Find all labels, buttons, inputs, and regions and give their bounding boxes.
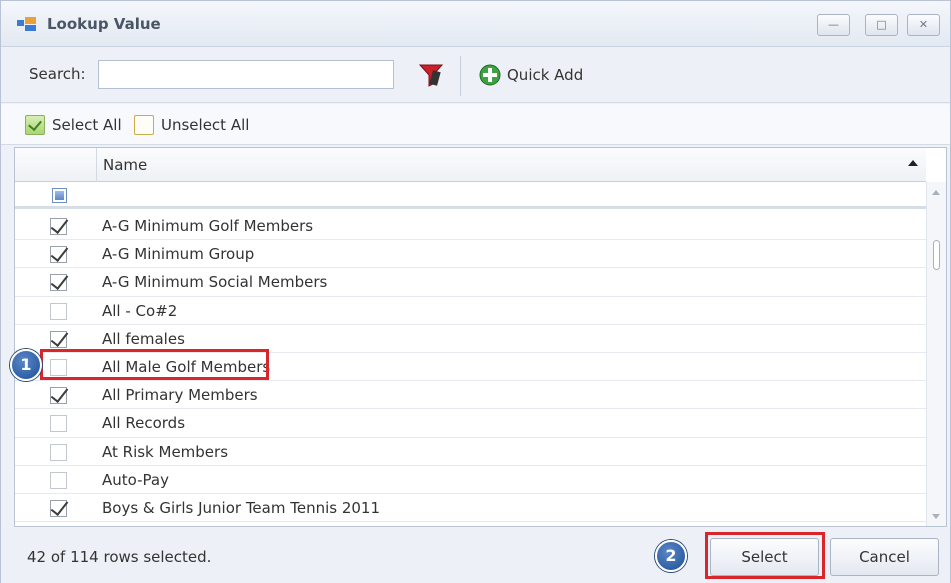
select-all-button[interactable]: Select All xyxy=(25,114,122,136)
lookup-grid: Name A-G Minimum Golf Members A-G Minimum… xyxy=(14,147,947,527)
scroll-thumb[interactable] xyxy=(933,240,940,270)
search-label: Search: xyxy=(29,65,86,83)
table-row[interactable]: All - Co#2 xyxy=(15,297,926,325)
quick-add-button[interactable]: Quick Add xyxy=(479,61,583,89)
row-name: At Risk Members xyxy=(102,442,229,461)
lookup-app-icon xyxy=(17,17,36,31)
row-checkbox[interactable] xyxy=(50,218,67,235)
row-name: A-G Minimum Group xyxy=(102,245,255,264)
quick-add-label: Quick Add xyxy=(507,66,584,84)
name-column-header[interactable]: Name xyxy=(103,156,147,174)
row-name: Auto-Pay xyxy=(102,470,169,489)
highlight-box-select xyxy=(705,532,825,579)
row-name: All females xyxy=(102,329,185,348)
close-icon: ✕ xyxy=(918,18,929,31)
step-1-callout: 1 xyxy=(10,349,42,381)
lookup-value-dialog: Lookup Value — □ ✕ Search: Quick Add Sel… xyxy=(0,0,951,583)
table-row[interactable]: At Risk Members xyxy=(15,438,926,466)
unselect-all-label: Unselect All xyxy=(161,116,250,134)
row-checkbox[interactable] xyxy=(50,330,67,348)
row-checkbox[interactable] xyxy=(50,443,67,461)
maximize-button[interactable]: □ xyxy=(865,14,898,36)
sort-ascending-icon[interactable] xyxy=(908,160,918,166)
table-row[interactable]: Boys & Girls Junior Team Tennis 2011 xyxy=(15,494,926,523)
cancel-button[interactable]: Cancel xyxy=(830,538,939,576)
row-name: Boys & Girls Junior Team Tennis 2011 xyxy=(102,498,381,517)
filter-icon[interactable] xyxy=(417,62,445,88)
row-name: All - Co#2 xyxy=(102,301,178,320)
row-checkbox[interactable] xyxy=(50,387,67,405)
grid-header: Name xyxy=(15,148,926,182)
row-name: All Primary Members xyxy=(102,386,258,405)
close-button[interactable]: ✕ xyxy=(907,14,940,36)
row-name: A-G Minimum Social Members xyxy=(102,273,328,292)
search-toolbar: Search: Quick Add xyxy=(1,48,950,103)
selection-bar: Select All Unselect All xyxy=(1,104,950,145)
search-input[interactable] xyxy=(98,60,394,89)
table-row[interactable]: A-G Minimum Social Members xyxy=(15,268,926,297)
plus-icon xyxy=(479,64,501,86)
row-checkbox[interactable] xyxy=(50,499,67,517)
row-name: A-G Minimum Golf Members xyxy=(102,217,314,235)
row-checkbox[interactable] xyxy=(50,302,67,320)
row-name: All Records xyxy=(102,414,186,433)
minimize-button[interactable]: — xyxy=(817,14,850,36)
filter-row-checkbox[interactable] xyxy=(52,188,67,203)
row-checkbox[interactable] xyxy=(50,274,67,292)
window-title: Lookup Value xyxy=(47,15,161,33)
maximize-icon: □ xyxy=(876,18,887,31)
table-row[interactable]: All Primary Members xyxy=(15,381,926,410)
unselect-all-button[interactable]: Unselect All xyxy=(134,114,249,136)
title-bar: Lookup Value — □ ✕ xyxy=(1,1,950,47)
row-checkbox[interactable] xyxy=(50,246,67,264)
step-2-callout: 2 xyxy=(655,540,687,572)
row-checkbox[interactable] xyxy=(50,471,67,489)
minimize-icon: — xyxy=(828,18,839,31)
highlight-box-row xyxy=(40,349,269,380)
table-row[interactable]: A-G Minimum Group xyxy=(15,240,926,269)
row-checkbox[interactable] xyxy=(50,415,67,433)
toolbar-separator xyxy=(460,56,461,96)
unselect-all-icon xyxy=(134,115,154,135)
select-all-icon xyxy=(25,115,45,135)
table-row[interactable]: Auto-Pay xyxy=(15,466,926,494)
filter-row xyxy=(15,182,926,209)
selection-status: 42 of 114 rows selected. xyxy=(27,548,212,566)
scroll-down-icon[interactable] xyxy=(932,514,940,519)
selection-column-header[interactable] xyxy=(15,148,97,182)
table-row[interactable] xyxy=(15,522,926,526)
scroll-up-icon[interactable] xyxy=(932,190,940,195)
table-row[interactable]: A-G Minimum Golf Members xyxy=(15,212,926,241)
select-all-label: Select All xyxy=(52,116,122,134)
vertical-scrollbar[interactable] xyxy=(926,182,946,526)
table-row[interactable]: All Records xyxy=(15,409,926,438)
